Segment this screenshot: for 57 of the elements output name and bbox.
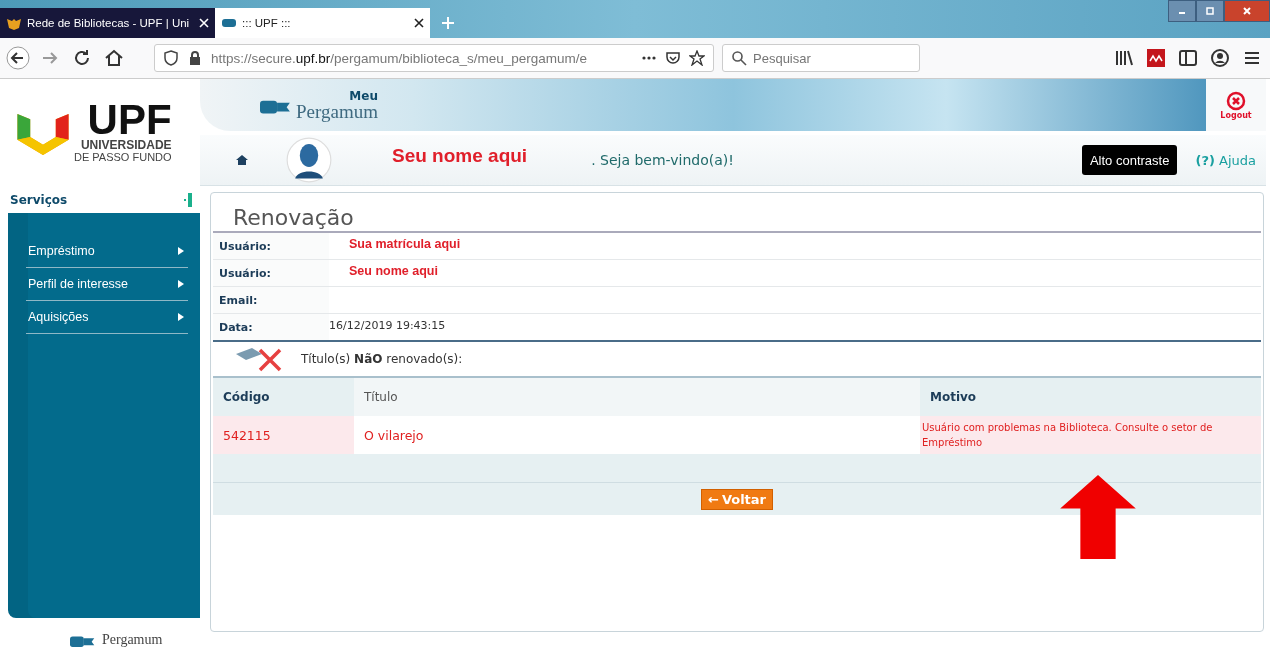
logo-subtitle: DE PASSO FUNDO bbox=[74, 151, 172, 163]
extension-icon[interactable] bbox=[1144, 46, 1168, 70]
user-name: Seu nome aqui bbox=[392, 145, 528, 167]
brand-name: Pergamum bbox=[296, 101, 378, 121]
close-icon bbox=[1226, 90, 1246, 111]
url-text: https://secure.upf.br/pergamum/biblioteca_s/meu_pergamum/e bbox=[211, 50, 588, 66]
logo-name: UPF bbox=[87, 101, 172, 139]
address-bar[interactable]: https://secure.upf.br/pergamum/biblioteca_s/meu_pergamum/e bbox=[154, 44, 714, 72]
caret-icon bbox=[178, 313, 184, 321]
close-button[interactable] bbox=[1224, 0, 1270, 22]
notice-text: Título(s) NãO renovado(s): bbox=[301, 352, 463, 366]
sidebar-item[interactable]: Perfil de interesse bbox=[26, 268, 188, 301]
help-link[interactable]: (?) Ajuda bbox=[1195, 152, 1256, 168]
shield-icon bbox=[163, 50, 179, 66]
column-header: Motivo bbox=[920, 378, 1261, 416]
column-header: Código bbox=[213, 378, 354, 416]
field-value: Sua matrícula aqui bbox=[349, 237, 461, 251]
search-field[interactable]: Pesquisar bbox=[722, 44, 920, 72]
field-label: Usuário: bbox=[213, 260, 329, 286]
lock-icon bbox=[187, 50, 203, 66]
close-icon[interactable] bbox=[414, 18, 424, 28]
brand-name: Pergamum bbox=[102, 632, 163, 648]
field-label: Data: bbox=[213, 314, 329, 340]
account-icon[interactable] bbox=[1208, 46, 1232, 70]
field-label: Usuário: bbox=[213, 233, 329, 259]
pocket-icon[interactable] bbox=[665, 50, 681, 66]
maximize-button[interactable] bbox=[1196, 0, 1224, 22]
welcome-text: . Seja bem-vindo(a)! bbox=[591, 152, 734, 168]
field-value: Seu nome aqui bbox=[349, 264, 438, 278]
logo-subtitle: UNIVERSIDADE bbox=[80, 139, 172, 151]
browser-tab[interactable]: Rede de Bibliotecas - UPF | Uni bbox=[0, 8, 215, 38]
field-value: 16/12/2019 19:43:15 bbox=[329, 318, 446, 332]
sidebar-heading: Serviços bbox=[10, 193, 68, 207]
page-title: Renovação bbox=[233, 205, 355, 231]
home-icon[interactable] bbox=[236, 154, 248, 166]
caret-icon bbox=[178, 280, 184, 288]
caret-icon bbox=[178, 247, 184, 255]
column-header: Título bbox=[354, 378, 920, 416]
sidebar-item[interactable]: Aquisições bbox=[26, 301, 188, 334]
search-input[interactable]: Pesquisar bbox=[753, 46, 911, 70]
logout-button[interactable]: Logout bbox=[1206, 79, 1266, 131]
brand-label: Meu bbox=[349, 89, 378, 102]
tab-title: ::: UPF ::: bbox=[242, 17, 292, 29]
browser-tab[interactable]: ::: UPF ::: bbox=[215, 8, 430, 38]
back-icon[interactable] bbox=[6, 46, 30, 70]
star-icon[interactable] bbox=[689, 50, 705, 66]
maximize-icon bbox=[1205, 6, 1215, 16]
field-label: Email: bbox=[213, 287, 329, 313]
table-cell: 542115 bbox=[213, 416, 354, 454]
tab-title: Rede de Bibliotecas - UPF | Uni bbox=[27, 17, 191, 29]
table-cell: O vilarejo bbox=[354, 416, 920, 454]
high-contrast-button[interactable]: Alto contraste bbox=[1081, 145, 1178, 175]
collapse-icon[interactable] bbox=[184, 193, 192, 207]
sidebar-item[interactable]: Empréstimo bbox=[26, 235, 188, 268]
close-icon bbox=[1242, 6, 1252, 16]
search-icon bbox=[731, 50, 747, 66]
table-cell: Usuário com problemas na Biblioteca. Consulte o setor de Empréstimo bbox=[920, 416, 1261, 454]
